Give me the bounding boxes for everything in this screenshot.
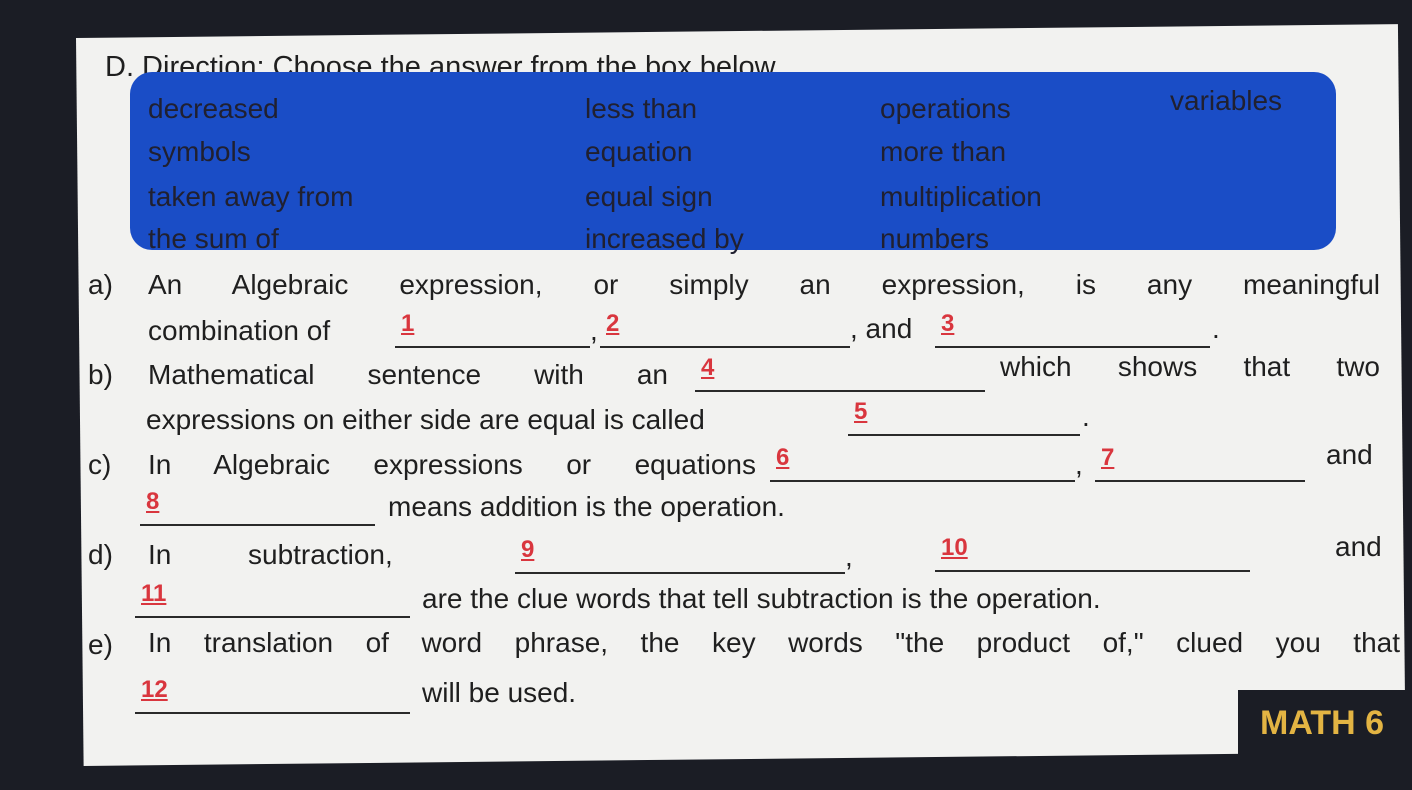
item-d-label: d): [88, 539, 113, 570]
and-text: and: [1326, 439, 1373, 470]
word-option: more than: [880, 136, 1007, 167]
and-text: and: [1335, 531, 1382, 562]
blank-number: 10: [941, 534, 968, 561]
item-c-line2: means addition is the operation.: [388, 491, 785, 522]
item-b-label: b): [88, 359, 113, 390]
word-option: the sum of: [148, 223, 279, 254]
blank-number: 7: [1101, 444, 1115, 471]
answer-blank-11[interactable]: 11: [135, 580, 410, 618]
period: .: [1212, 313, 1220, 344]
blank-number: 12: [141, 676, 168, 703]
blank-number: 3: [941, 310, 955, 337]
item-c-line1-start: In Algebraic expressions or equations: [148, 449, 756, 480]
answer-blank-5[interactable]: 5: [848, 398, 1080, 436]
item-a-line1: An Algebraic expression, or simply an ex…: [148, 269, 1380, 300]
answer-blank-6[interactable]: 6: [770, 444, 1075, 482]
word-option: increased by: [585, 223, 744, 254]
math-6-label: MATH 6: [1260, 704, 1385, 742]
word-option: taken away from: [148, 181, 354, 212]
item-e-line1: In translation of word phrase, the key w…: [148, 627, 1400, 658]
word-option: less than: [585, 93, 698, 124]
comma: ,: [845, 541, 853, 572]
and-text: , and: [850, 313, 913, 344]
word-option: equal sign: [585, 181, 713, 212]
word-option: equation: [585, 136, 693, 167]
answer-blank-8[interactable]: 8: [140, 488, 375, 526]
answer-blank-2[interactable]: 2: [600, 310, 850, 348]
answer-blank-10[interactable]: 10: [935, 534, 1250, 572]
comma: ,: [1075, 449, 1083, 480]
blank-number: 11: [141, 580, 167, 607]
item-b-line1-start: Mathematical sentence with an: [148, 359, 668, 390]
word-option: numbers: [880, 223, 989, 254]
blank-number: 9: [521, 536, 535, 563]
in-text: In: [148, 539, 172, 570]
blank-number: 4: [701, 354, 715, 381]
word-option: multiplication: [880, 181, 1042, 212]
item-e-line2: will be used.: [422, 677, 577, 708]
item-b-line1-end: which shows that two: [1000, 351, 1380, 382]
word-option: variables: [1170, 85, 1283, 116]
answer-blank-7[interactable]: 7: [1095, 444, 1305, 482]
word-option: decreased: [148, 93, 279, 124]
answer-blank-1[interactable]: 1: [395, 310, 590, 348]
item-a-line2: combination of: [148, 315, 331, 346]
word-option: symbols: [148, 136, 251, 167]
subtraction-text: subtraction,: [248, 539, 393, 570]
blank-number: 6: [776, 444, 790, 471]
blank-number: 2: [606, 310, 620, 337]
answer-blank-3[interactable]: 3: [935, 310, 1210, 348]
word-option: operations: [880, 93, 1011, 124]
item-e-label: e): [88, 629, 113, 660]
answer-blank-12[interactable]: 12: [135, 676, 410, 714]
item-b-line2: expressions on either side are equal is …: [146, 404, 705, 435]
period: .: [1082, 401, 1090, 432]
answer-blank-9[interactable]: 9: [515, 536, 845, 574]
blank-number: 1: [401, 310, 415, 337]
blank-number: 8: [146, 488, 160, 515]
comma: ,: [590, 315, 598, 346]
item-c-label: c): [88, 449, 112, 480]
blank-number: 5: [854, 398, 868, 425]
item-d-line2: are the clue words that tell subtraction…: [422, 583, 1101, 614]
answer-blank-4[interactable]: 4: [695, 354, 985, 392]
item-a-label: a): [88, 269, 113, 300]
